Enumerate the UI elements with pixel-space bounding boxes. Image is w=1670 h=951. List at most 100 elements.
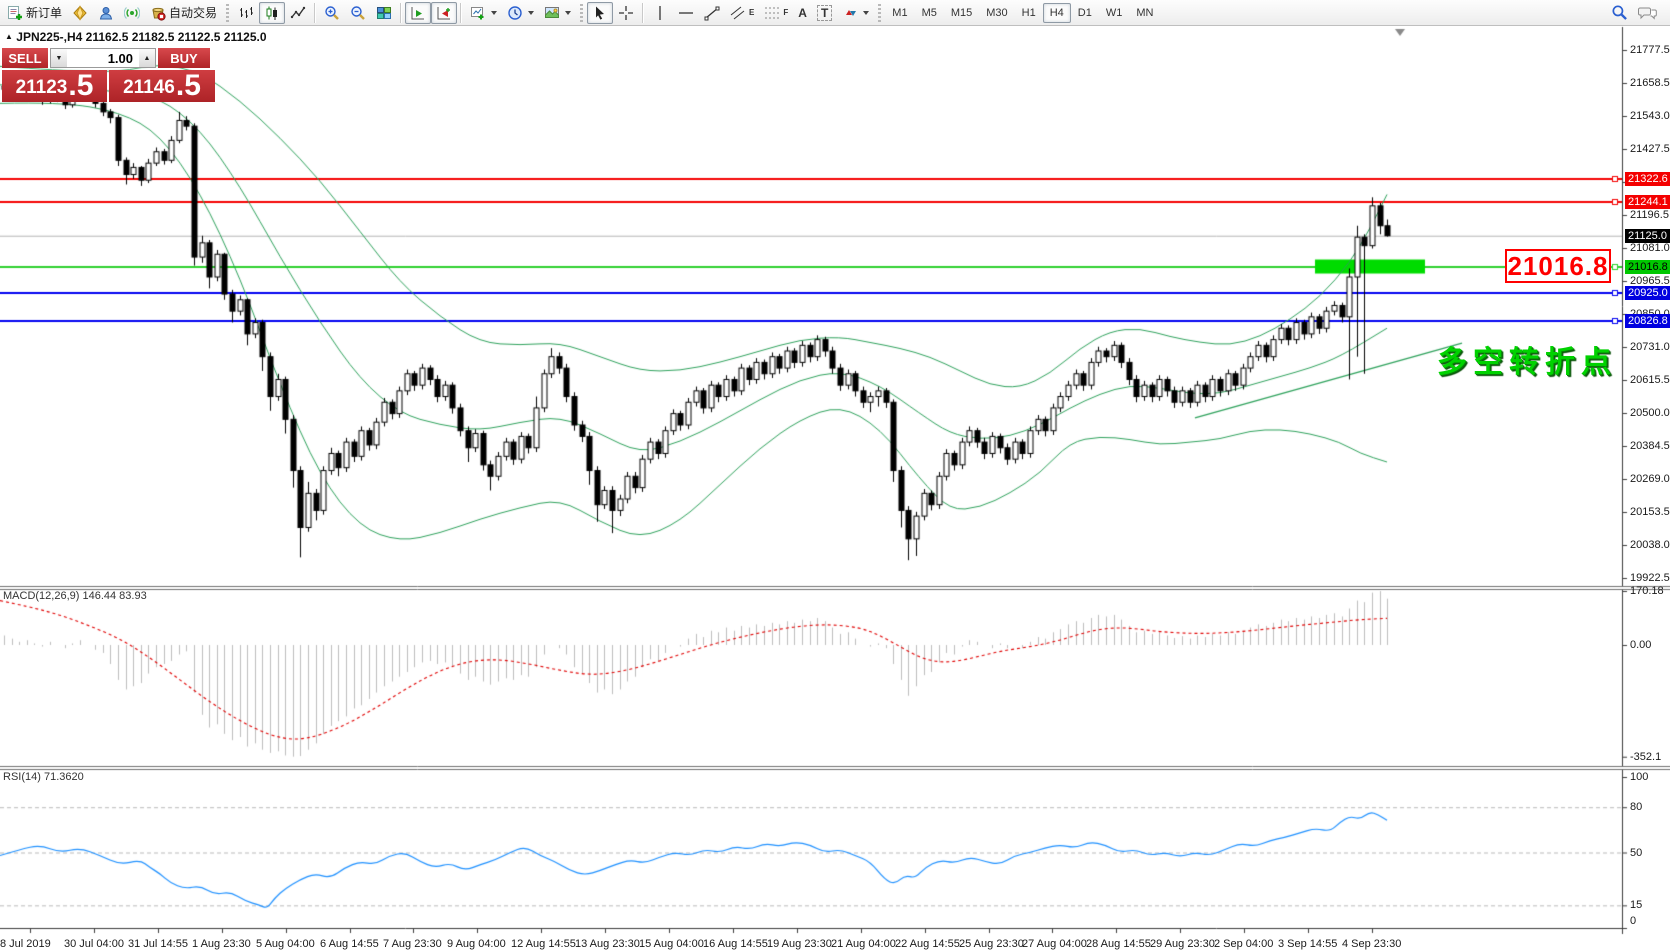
bar-chart-button[interactable] <box>233 2 259 24</box>
new-order-icon <box>8 5 22 20</box>
sell-price-int: 21123 <box>15 77 68 98</box>
horizontal-line-tool-button[interactable] <box>673 2 699 24</box>
tile-windows-button[interactable] <box>371 2 397 24</box>
autotrade-label: 自动交易 <box>169 6 218 20</box>
crosshair-icon <box>619 5 634 20</box>
gold-diamond-icon <box>73 4 87 21</box>
fibonacci-icon <box>765 7 780 18</box>
one-click-trading-panel: SELL ▼ ▲ BUY 21123 .5 21146 .5 <box>2 48 218 102</box>
trading-terminal-window: { "toolbar": { "new_order_label": "新订单",… <box>0 0 1670 951</box>
toolbar-separator <box>460 2 463 23</box>
trendline-tool-button[interactable] <box>699 2 725 24</box>
chat-icon <box>1638 7 1657 20</box>
sell-price-display[interactable]: 21123 .5 <box>2 70 107 102</box>
templates-icon <box>545 6 560 18</box>
macd-indicator-label: MACD(12,26,9) 146.44 83.93 <box>3 590 147 602</box>
fibonacci-tool-suffix: F <box>783 8 789 17</box>
autotrade-icon <box>152 7 166 21</box>
line-chart-button[interactable] <box>285 2 311 24</box>
new-order-button[interactable]: 新订单 <box>2 2 67 24</box>
zoom-in-button[interactable] <box>319 2 345 24</box>
channel-tool-suffix: E <box>749 8 755 17</box>
volume-increase-button[interactable]: ▲ <box>139 49 155 67</box>
new-chart-icon <box>471 6 484 19</box>
auto-scroll-icon <box>411 6 425 19</box>
arrows-tool-button[interactable] <box>837 2 874 24</box>
new-order-label: 新订单 <box>26 6 63 20</box>
arrows-icon <box>846 9 857 16</box>
search-icon <box>1612 5 1627 20</box>
timeframe-H4[interactable]: H4 <box>1042 2 1071 23</box>
community-button[interactable] <box>93 2 119 24</box>
toolbar-separator <box>642 2 645 23</box>
periods-clock-icon <box>508 5 522 20</box>
buy-price-display[interactable]: 21146 .5 <box>109 70 215 102</box>
auto-scroll-button[interactable] <box>405 1 432 24</box>
horizontal-line-icon <box>679 11 694 14</box>
timeframe-MN[interactable]: MN <box>1129 3 1160 23</box>
timeframe-M5[interactable]: M5 <box>915 3 944 23</box>
symbol-timeframe: JPN225-,H4 <box>16 30 83 44</box>
signals-icon <box>124 6 141 19</box>
chevron-down-icon <box>528 10 535 15</box>
equidistant-channel-icon <box>730 6 745 19</box>
price-annotation-label[interactable]: 21016.8 <box>1505 249 1611 283</box>
templates-button[interactable] <box>539 2 576 24</box>
candlestick-chart-icon <box>266 6 278 20</box>
volume-decrease-button[interactable]: ▼ <box>51 49 67 67</box>
signals-button[interactable] <box>119 2 145 24</box>
chart-canvas[interactable] <box>0 0 1670 951</box>
timeframe-D1[interactable]: D1 <box>1071 3 1099 23</box>
text-icon: A <box>798 5 807 20</box>
tile-windows-icon <box>377 6 392 19</box>
timeframe-M30[interactable]: M30 <box>979 3 1014 23</box>
toolbar-separator <box>314 2 317 23</box>
toolbar-grip <box>580 3 584 22</box>
turning-point-annotation[interactable]: 多空转折点 <box>1437 337 1617 381</box>
toolbar-grip <box>878 3 882 22</box>
cursor-icon <box>596 6 605 20</box>
search-button[interactable] <box>1606 2 1633 24</box>
community-icon <box>99 6 113 19</box>
sell-button[interactable]: SELL <box>2 48 48 68</box>
buy-button[interactable]: BUY <box>158 48 210 68</box>
new-chart-button[interactable] <box>465 2 502 24</box>
timeframe-W1[interactable]: W1 <box>1099 3 1130 23</box>
autotrade-button[interactable]: 自动交易 <box>145 2 222 24</box>
zoom-out-icon <box>351 5 365 20</box>
text-tool-button[interactable]: A <box>793 2 812 24</box>
zoom-out-button[interactable] <box>345 2 371 24</box>
timeframe-M15[interactable]: M15 <box>944 3 979 23</box>
chart-shift-button[interactable] <box>431 1 458 24</box>
cursor-tool-button[interactable] <box>587 1 614 24</box>
vertical-line-tool-button[interactable] <box>647 2 673 24</box>
equidistant-channel-tool-button[interactable]: E <box>725 2 759 24</box>
gold-diamond-button[interactable] <box>67 2 93 24</box>
fibonacci-tool-button[interactable]: F <box>759 2 793 24</box>
volume-input[interactable] <box>67 49 139 67</box>
line-chart-icon <box>290 6 306 18</box>
chart-shift-icon <box>437 6 451 19</box>
timeframe-M1[interactable]: M1 <box>885 3 914 23</box>
buy-price-frac: .5 <box>175 69 201 102</box>
crosshair-tool-button[interactable] <box>613 2 639 24</box>
chevron-down-icon <box>863 10 870 15</box>
ohlc-readout: 21162.5 21182.5 21122.5 21125.0 <box>85 30 267 44</box>
chevron-down-icon <box>491 10 498 15</box>
volume-stepper: ▼ ▲ <box>50 48 156 68</box>
trendline-icon <box>704 6 720 20</box>
text-label-icon: T <box>816 4 833 21</box>
chevron-down-icon <box>565 10 572 15</box>
sell-price-frac: .5 <box>68 69 94 102</box>
collapse-arrow-icon[interactable]: ▲ <box>5 32 13 41</box>
text-label-tool-button[interactable]: T <box>812 2 837 24</box>
candlestick-chart-button[interactable] <box>259 1 286 24</box>
chat-button[interactable] <box>1633 2 1662 24</box>
main-toolbar: 新订单 自动交易 E F A T M1 M5 M15 M30 H1 H4 D1 … <box>0 0 1670 26</box>
toolbar-separator <box>400 2 403 23</box>
periods-button[interactable] <box>502 2 539 24</box>
chart-symbol-info: ▲ JPN225-,H4 21162.5 21182.5 21122.5 211… <box>5 30 267 44</box>
toolbar-grip <box>226 3 230 22</box>
timeframe-group: M1 M5 M15 M30 H1 H4 D1 W1 MN <box>885 2 1160 23</box>
timeframe-H1[interactable]: H1 <box>1015 3 1043 23</box>
